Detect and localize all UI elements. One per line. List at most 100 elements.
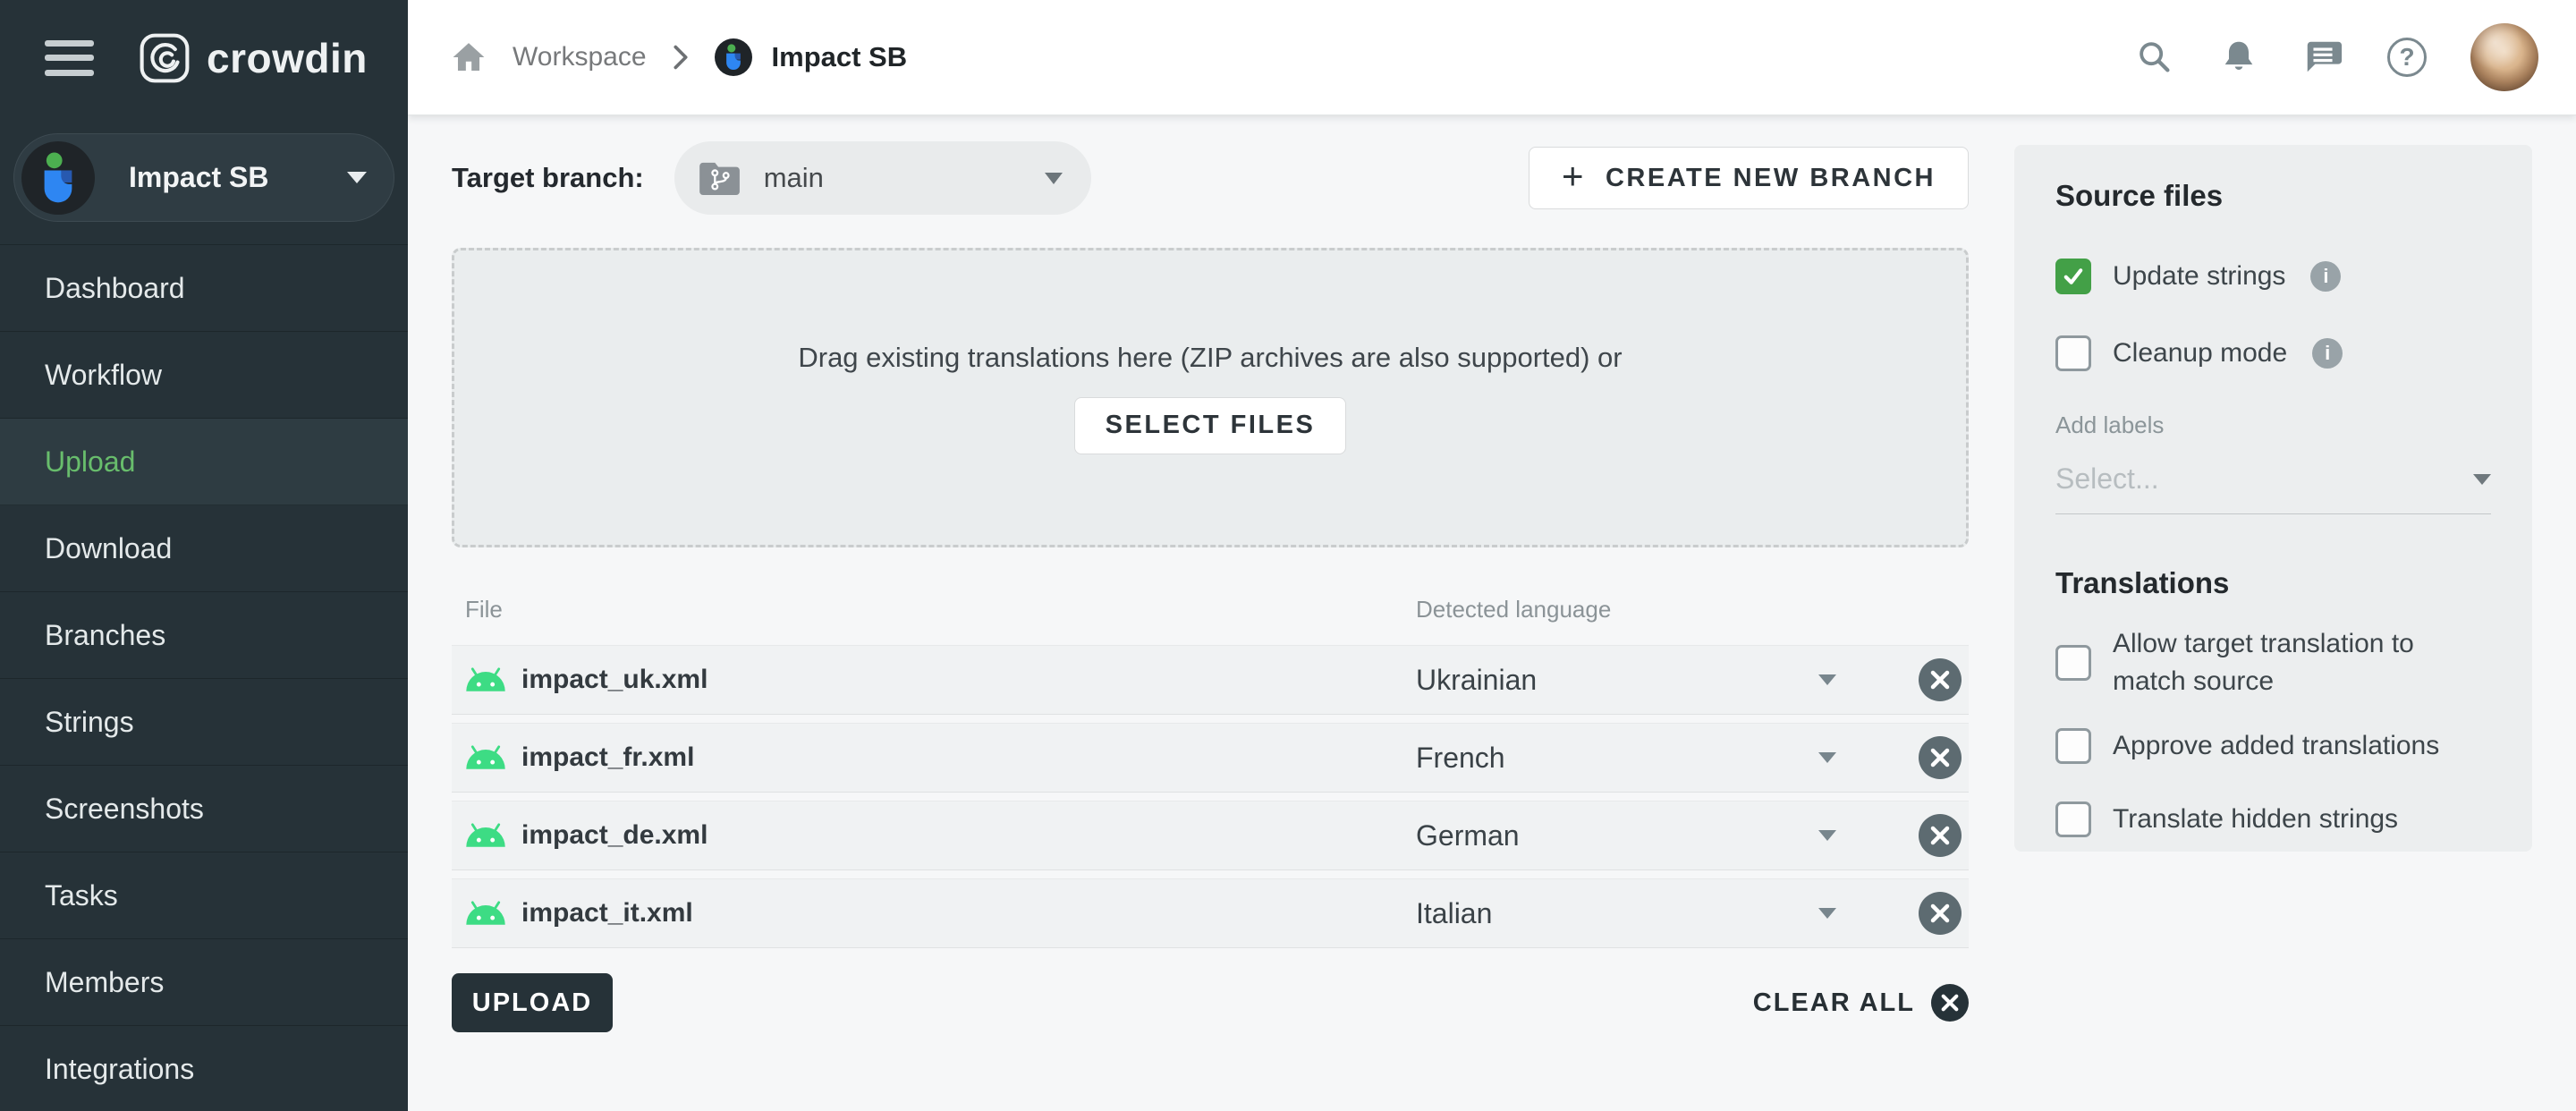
android-file-icon	[465, 744, 506, 771]
notifications-bell-icon[interactable]	[2218, 37, 2259, 78]
language-select[interactable]: German	[1416, 801, 1836, 869]
search-icon[interactable]	[2134, 37, 2175, 78]
crowdin-logo-icon	[139, 32, 191, 84]
clear-all-close-icon	[1931, 984, 1969, 1022]
sidebar-item-label: Screenshots	[45, 793, 204, 825]
branch-select-value: main	[764, 162, 824, 194]
sidebar-item-label: Integrations	[45, 1053, 194, 1085]
upload-options-panel: Source files Update strings i Cleanup mo…	[2014, 145, 2532, 852]
crowdin-logo[interactable]: crowdin	[139, 32, 368, 84]
project-name: Impact SB	[129, 161, 268, 194]
branch-select[interactable]: main	[674, 141, 1091, 215]
android-file-icon	[465, 900, 506, 927]
sidebar-item-tasks[interactable]: Tasks	[0, 852, 408, 939]
file-name: impact_uk.xml	[521, 665, 708, 695]
remove-file-button[interactable]	[1919, 892, 1962, 935]
close-icon	[1929, 825, 1951, 846]
sidebar-item-label: Tasks	[45, 879, 118, 912]
language-select[interactable]: French	[1416, 724, 1836, 792]
file-row: impact_it.xml Italian	[452, 878, 1969, 948]
sidebar-item-workflow[interactable]: Workflow	[0, 332, 408, 419]
file-name: impact_it.xml	[521, 898, 693, 929]
android-file-icon	[465, 666, 506, 693]
approve-added-label: Approve added translations	[2113, 727, 2439, 765]
user-avatar[interactable]	[2470, 23, 2538, 91]
create-new-branch-button[interactable]: + CREATE NEW BRANCH	[1529, 147, 1969, 209]
file-row: impact_uk.xml Ukrainian	[452, 645, 1969, 715]
sidebar-item-label: Branches	[45, 619, 165, 651]
android-file-icon	[465, 822, 506, 849]
language-column-header: Detected language	[1416, 596, 1611, 623]
sidebar-item-label: Upload	[45, 445, 135, 478]
file-table-header: File Detected language	[452, 590, 1969, 637]
source-files-title: Source files	[2055, 179, 2491, 213]
file-row: impact_de.xml German	[452, 801, 1969, 870]
sidebar-item-integrations[interactable]: Integrations	[0, 1026, 408, 1111]
crowdin-wordmark: crowdin	[207, 34, 368, 82]
project-avatar	[21, 141, 95, 215]
sidebar-item-members[interactable]: Members	[0, 939, 408, 1026]
clear-all-label: CLEAR ALL	[1753, 988, 1915, 1018]
dropzone-text: Drag existing translations here (ZIP arc…	[798, 342, 1622, 374]
info-icon[interactable]: i	[2312, 338, 2343, 369]
sidebar-item-branches[interactable]: Branches	[0, 592, 408, 679]
help-icon[interactable]: ?	[2386, 37, 2428, 78]
sidebar-item-label: Strings	[45, 706, 134, 738]
remove-file-button[interactable]	[1919, 814, 1962, 857]
language-value: Ukrainian	[1416, 664, 1537, 697]
approve-added-checkbox[interactable]	[2055, 728, 2091, 764]
close-icon	[1929, 903, 1951, 924]
breadcrumb-workspace[interactable]: Workspace	[513, 42, 647, 72]
language-value: French	[1416, 742, 1505, 775]
language-value: German	[1416, 819, 1520, 852]
hamburger-menu-icon[interactable]	[45, 40, 94, 76]
file-list: impact_uk.xml Ukrainian	[452, 645, 1969, 948]
cleanup-mode-checkbox[interactable]	[2055, 335, 2091, 371]
check-icon	[2060, 263, 2087, 290]
sidebar-item-upload[interactable]: Upload	[0, 419, 408, 505]
sidebar: crowdin Impact SB Dashboard Workflow Upl…	[0, 0, 408, 1111]
close-icon	[1929, 669, 1951, 691]
remove-file-button[interactable]	[1919, 736, 1962, 779]
home-icon[interactable]	[452, 41, 486, 73]
translations-title: Translations	[2055, 566, 2491, 600]
project-avatar	[715, 38, 752, 76]
allow-match-label: Allow target translation to match source	[2113, 625, 2491, 700]
topbar: Workspace Impact SB	[408, 0, 2576, 115]
content: Target branch: main + CREATE NEW BRANCH	[408, 115, 2576, 1111]
sidebar-item-screenshots[interactable]: Screenshots	[0, 766, 408, 852]
chevron-down-icon	[1818, 830, 1836, 841]
language-value: Italian	[1416, 897, 1492, 930]
breadcrumb-project: Impact SB	[772, 41, 908, 73]
update-strings-checkbox[interactable]	[2055, 259, 2091, 294]
breadcrumb: Workspace Impact SB	[452, 38, 907, 76]
cleanup-mode-label: Cleanup mode	[2113, 335, 2287, 372]
sidebar-item-label: Download	[45, 532, 172, 564]
sidebar-item-label: Workflow	[45, 359, 162, 391]
select-files-button[interactable]: SELECT FILES	[1074, 397, 1347, 454]
file-name: impact_fr.xml	[521, 742, 694, 773]
info-icon[interactable]: i	[2310, 261, 2341, 292]
add-labels-label: Add labels	[2055, 411, 2491, 439]
translate-hidden-checkbox[interactable]	[2055, 801, 2091, 837]
translate-hidden-label: Translate hidden strings	[2113, 801, 2398, 838]
language-select[interactable]: Italian	[1416, 879, 1836, 947]
file-dropzone[interactable]: Drag existing translations here (ZIP arc…	[452, 248, 1969, 547]
sidebar-item-dashboard[interactable]: Dashboard	[0, 245, 408, 332]
language-select[interactable]: Ukrainian	[1416, 646, 1836, 714]
file-row: impact_fr.xml French	[452, 723, 1969, 793]
update-strings-label: Update strings	[2113, 258, 2285, 295]
project-switcher[interactable]: Impact SB	[13, 133, 394, 222]
messages-chat-icon[interactable]	[2302, 37, 2343, 78]
labels-select[interactable]: Select...	[2055, 462, 2491, 514]
upload-button[interactable]: UPLOAD	[452, 973, 613, 1032]
sidebar-item-download[interactable]: Download	[0, 505, 408, 592]
clear-all-button[interactable]: CLEAR ALL	[1753, 984, 1969, 1022]
target-branch-label: Target branch:	[452, 162, 644, 194]
allow-match-checkbox[interactable]	[2055, 645, 2091, 681]
remove-file-button[interactable]	[1919, 658, 1962, 701]
sidebar-item-label: Dashboard	[45, 272, 185, 304]
chevron-down-icon	[1818, 908, 1836, 919]
chevron-down-icon	[2473, 474, 2491, 485]
sidebar-item-strings[interactable]: Strings	[0, 679, 408, 766]
